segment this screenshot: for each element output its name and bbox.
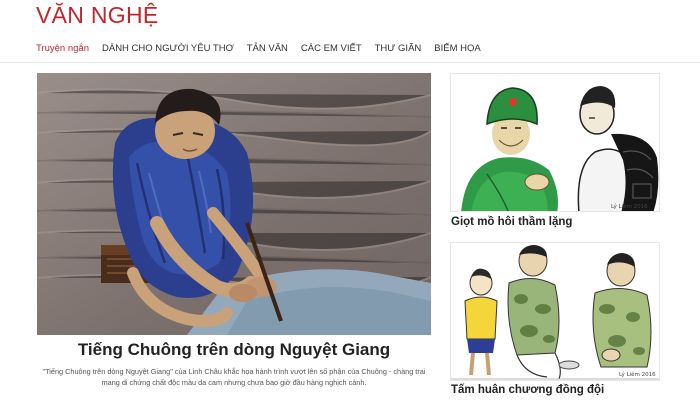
main-article-description: "Tiếng Chuông trên dòng Nguyệt Giang" củ… [42, 367, 426, 387]
nav-item-truyen-ngan[interactable]: Truyện ngắn [36, 43, 89, 57]
section-title[interactable]: VĂN NGHỆ [36, 2, 159, 29]
nav-item-cac-em-viet[interactable]: CÁC EM VIẾT [301, 43, 362, 57]
side-article-1-title[interactable]: Giọt mồ hôi thầm lặng [451, 216, 572, 228]
main-article-title[interactable]: Tiếng Chuông trên dòng Nguyệt Giang [37, 340, 431, 360]
nav-item-tan-van[interactable]: TẢN VĂN [247, 43, 288, 57]
category-nav: Truyện ngắn DÀNH CHO NGƯỜI YÊU THƠ TẢN V… [36, 43, 494, 57]
side-article-2-title[interactable]: Tấm huân chương đồng đội [451, 384, 604, 396]
nav-item-biem-hoa[interactable]: BIẾM HỌA [434, 43, 480, 57]
nav-item-danh-cho-nguoi-yeu-tho[interactable]: DÀNH CHO NGƯỜI YÊU THƠ [102, 43, 234, 57]
side-article-1-signature: Lý Liêm 2016 [611, 203, 648, 210]
side-article-1-image[interactable]: Lý Liêm 2016 [450, 73, 660, 212]
side-article-2-signature: Lý Liêm 2016 [619, 371, 656, 378]
main-article-image[interactable] [37, 73, 431, 335]
nav-item-thu-gian[interactable]: THƯ GIÃN [375, 43, 422, 57]
nav-divider [0, 62, 700, 63]
side-article-2-image[interactable]: Lý Liêm 2016 [450, 242, 660, 381]
